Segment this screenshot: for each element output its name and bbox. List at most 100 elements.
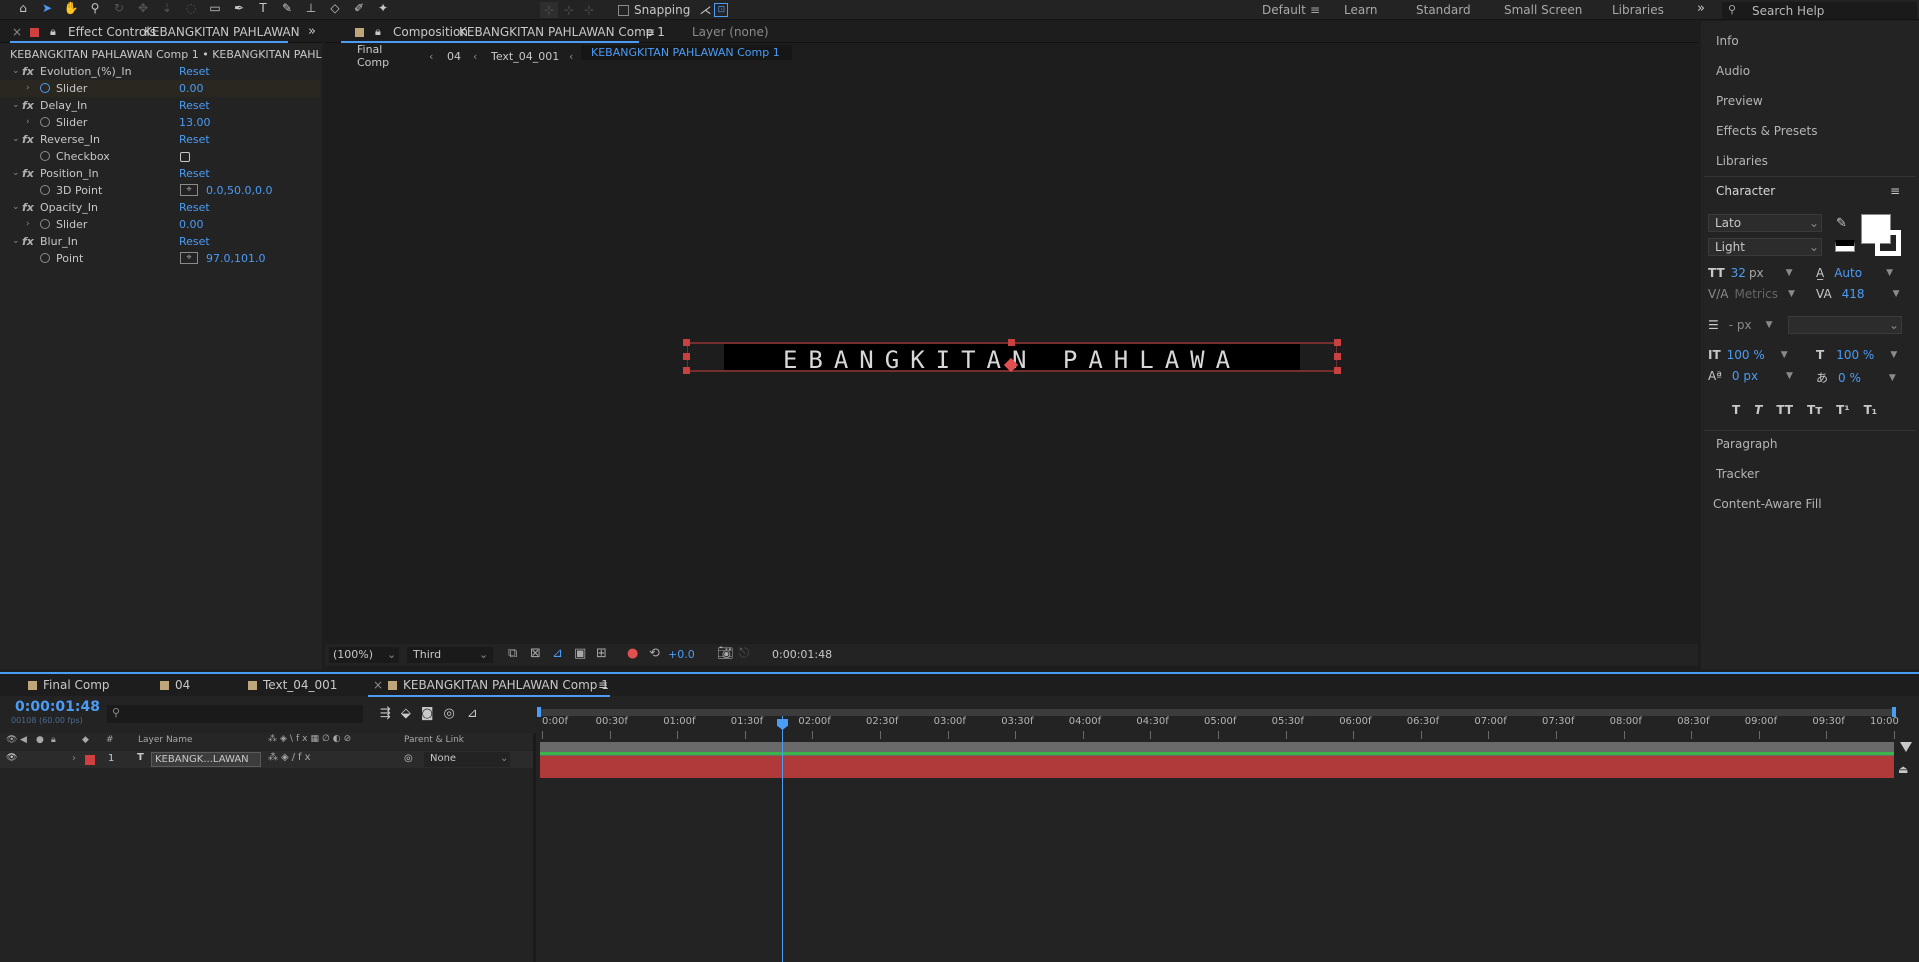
fx-icon[interactable]: fx: [22, 97, 34, 114]
effect-row[interactable]: ⌄ fx Opacity_In Reset: [0, 199, 320, 216]
composition-tab-label[interactable]: Composition: [393, 21, 468, 43]
panel-preview[interactable]: Preview: [1716, 94, 1763, 108]
breadcrumb-item[interactable]: Text_04_001: [491, 50, 559, 63]
param-value[interactable]: 0.00: [179, 80, 204, 97]
black-white-swatch[interactable]: [1835, 240, 1855, 252]
layer-duration-bar[interactable]: [540, 756, 1894, 778]
solo-icon[interactable]: ●: [36, 735, 44, 745]
snap-icon[interactable]: ⋌: [696, 2, 714, 18]
shy-layers-icon[interactable]: ◙: [421, 706, 434, 721]
param-value[interactable]: 0.0,50.0,0.0: [206, 182, 272, 199]
composition-menu-icon[interactable]: ≡: [645, 21, 655, 43]
reset-link[interactable]: Reset: [179, 97, 210, 114]
anchor-tool-icon[interactable]: ◌: [182, 0, 200, 16]
stopwatch-icon[interactable]: [40, 253, 50, 263]
parent-link-header[interactable]: Parent & Link: [404, 735, 464, 745]
show-snapshot-icon[interactable]: ⎋: [739, 646, 749, 661]
exposure-value[interactable]: +0.0: [668, 648, 695, 661]
grid-guides-icon[interactable]: ⊞: [596, 646, 607, 661]
fx-icon[interactable]: fx: [22, 233, 34, 250]
transform-handle[interactable]: [1334, 339, 1341, 346]
kerning-control[interactable]: V/A Metrics ▼: [1708, 287, 1795, 301]
transform-handle[interactable]: [683, 353, 690, 360]
timeline-tab-04[interactable]: 04: [160, 674, 190, 696]
param-row[interactable]: Point ⌖ 97.0,101.0: [0, 250, 320, 267]
pan-behind-icon[interactable]: ⇣: [158, 0, 176, 16]
reverse-checkbox[interactable]: [180, 152, 190, 162]
search-help-field[interactable]: ⚲ Search Help: [1722, 2, 1917, 19]
stroke-type-dropdown[interactable]: ⌄: [1788, 316, 1902, 334]
effect-controls-tab-label[interactable]: Effect Controls: [68, 21, 156, 43]
panel-tracker[interactable]: Tracker: [1716, 467, 1759, 481]
layer-row[interactable]: 👁︎ › 1 T KEBANGK...LAWAN ⁂◈/fx ◎ None ⌄: [0, 751, 533, 768]
lock-icon[interactable]: 🔒︎: [50, 21, 56, 43]
expand-arrow-icon[interactable]: ⌄: [12, 97, 20, 114]
fast-preview-icon[interactable]: ⧉: [508, 646, 517, 661]
expand-arrow-icon[interactable]: ⌄: [12, 63, 20, 80]
exposure-reset-icon[interactable]: ⟲: [649, 646, 660, 661]
superscript-button[interactable]: T¹: [1836, 403, 1849, 417]
param-row[interactable]: › Slider 13.00: [0, 114, 320, 131]
param-value[interactable]: 0.00: [179, 216, 204, 233]
stopwatch-icon[interactable]: [40, 185, 50, 195]
visibility-eye-icon[interactable]: 👁︎: [6, 753, 17, 763]
workspace-learn[interactable]: Learn: [1344, 3, 1378, 17]
reset-link[interactable]: Reset: [179, 199, 210, 216]
param-row[interactable]: › Slider 0.00: [0, 80, 320, 97]
timeline-tab-active[interactable]: KEBANGKITAN PAHLAWAN Comp 1: [388, 674, 609, 696]
expand-arrow-icon[interactable]: ›: [26, 114, 30, 131]
expand-arrow-icon[interactable]: ⌄: [12, 233, 20, 250]
composition-viewer[interactable]: EBANGKITAN PAHLAWA: [325, 77, 1698, 642]
panel-effects-presets[interactable]: Effects & Presets: [1716, 124, 1817, 138]
pickwhip-icon[interactable]: ◎: [404, 753, 413, 764]
rotate-tool-icon[interactable]: ↻: [110, 0, 128, 16]
close-tab-icon[interactable]: ×: [373, 674, 383, 696]
tracking-control[interactable]: VA 418 ▼: [1816, 287, 1899, 301]
transform-handle[interactable]: [683, 339, 690, 346]
workspace-small-screen[interactable]: Small Screen: [1504, 3, 1582, 17]
leading-control[interactable]: A̲ Auto ▼: [1816, 266, 1893, 280]
effect-row[interactable]: ⌄ fx Blur_In Reset: [0, 233, 320, 250]
layer-name-header[interactable]: Layer Name: [138, 735, 193, 745]
effect-row[interactable]: ⌄ fx Reverse_In Reset: [0, 131, 320, 148]
workspace-menu-icon[interactable]: ≡: [1310, 3, 1320, 17]
audio-icon[interactable]: ◀︎: [20, 735, 27, 745]
close-tab-icon[interactable]: ×: [12, 21, 22, 43]
tsume-control[interactable]: あ 0 % ▼: [1816, 369, 1896, 386]
stopwatch-icon[interactable]: [40, 151, 50, 161]
panel-libraries[interactable]: Libraries: [1716, 154, 1768, 168]
breadcrumb-item[interactable]: 04: [447, 50, 461, 63]
panel-content-aware-fill[interactable]: Content-Aware Fill: [1713, 497, 1822, 511]
layer-name-field[interactable]: KEBANGK...LAWAN: [151, 752, 261, 767]
timeline-tab-final-comp[interactable]: Final Comp: [28, 674, 110, 696]
parent-dropdown[interactable]: None ⌄: [424, 752, 510, 767]
expand-arrow-icon[interactable]: ⌄: [12, 199, 20, 216]
eye-icon[interactable]: 👁︎: [6, 735, 17, 745]
zoom-dropdown[interactable]: (100%) ⌄: [329, 647, 399, 663]
stroke-width-control[interactable]: ☰ - px ▼: [1708, 318, 1773, 332]
transform-handle[interactable]: [1008, 339, 1015, 346]
baseline-shift-control[interactable]: Aª 0 px ▼: [1708, 369, 1793, 383]
color-channels-icon[interactable]: ●: [627, 646, 638, 661]
font-family-dropdown[interactable]: Lato ⌄: [1708, 214, 1822, 232]
expand-arrow-icon[interactable]: ⌄: [12, 131, 20, 148]
snap-options-icon[interactable]: ⊡: [714, 3, 729, 17]
transform-handle[interactable]: [1334, 367, 1341, 374]
zoom-tool-icon[interactable]: ⚲: [86, 0, 104, 16]
stopwatch-icon[interactable]: [40, 219, 50, 229]
stopwatch-icon[interactable]: [40, 83, 50, 93]
param-value[interactable]: 97.0,101.0: [206, 250, 265, 267]
effect-row[interactable]: ⌄ fx Evolution_(%)_In Reset: [0, 63, 320, 80]
small-caps-button[interactable]: Tт: [1807, 403, 1822, 417]
effect-controls-tab-layer[interactable]: KEBANGKITAN PAHLAWAN: [144, 21, 300, 43]
resolution-dropdown[interactable]: Third ⌄: [407, 647, 493, 663]
roto-brush-icon[interactable]: ✐: [350, 0, 368, 16]
faux-bold-button[interactable]: T: [1732, 403, 1740, 417]
fx-icon[interactable]: fx: [22, 199, 34, 216]
effect-row[interactable]: ⌄ fx Delay_In Reset: [0, 97, 320, 114]
layer-label-color[interactable]: [85, 755, 95, 765]
panel-audio[interactable]: Audio: [1716, 64, 1750, 78]
crosshair-icon[interactable]: ⌖: [180, 184, 198, 196]
param-row[interactable]: 3D Point ⌖ 0.0,50.0,0.0: [0, 182, 320, 199]
horizontal-scale-control[interactable]: T 100 % ▼: [1816, 348, 1897, 362]
